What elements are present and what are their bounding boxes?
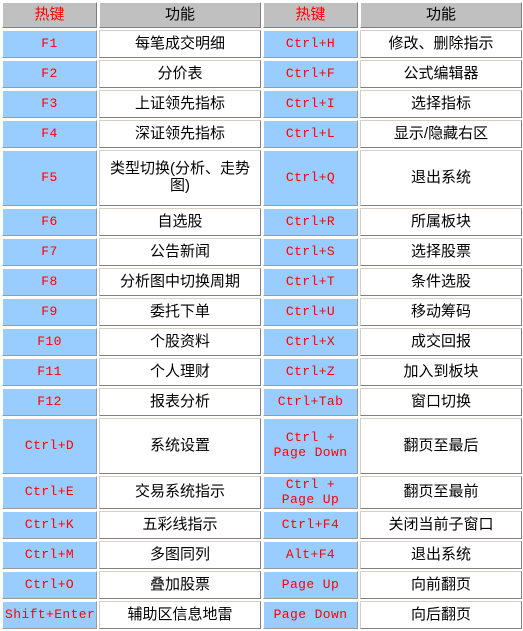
function-cell-left: 报表分析 [99,388,261,416]
hotkey-reference-table: 热键 功能 热键 功能 F1 每笔成交明细 Ctrl+H 修改、删除指示 F2 分价表 Ct… [0,0,523,631]
hotkey-cell-left: F12 [2,388,97,416]
function-cell-left: 类型切换(分析、走势图) [99,150,261,206]
function-cell-left: 个股资料 [99,328,261,356]
function-cell-left: 公告新闻 [99,238,261,266]
function-cell-right: 翻页至最后 [360,418,522,474]
table-row: Shift+Enter 辅助区信息地雷 Page Down 向后翻页 [2,601,522,630]
hotkey-cell-left: F6 [2,208,97,236]
hotkey-cell-right: Ctrl+R [263,208,358,236]
table-row: F1 每笔成交明细 Ctrl+H 修改、删除指示 [2,30,522,58]
hotkey-cell-right: Ctrl+Q [263,150,358,206]
function-cell-right: 加入到板块 [360,358,522,386]
table-row: Ctrl+M 多图同列 Alt+F4 退出系统 [2,541,522,570]
function-cell-left: 委托下单 [99,298,261,326]
function-cell-right: 退出系统 [360,150,522,206]
hotkey-cell-right: Ctrl + Page Down [263,418,358,474]
hotkey-cell-left: F8 [2,268,97,296]
function-cell-left: 叠加股票 [99,571,261,600]
table-row: F9 委托下单 Ctrl+U 移动筹码 [2,298,522,326]
hotkey-cell-right: Ctrl+Z [263,358,358,386]
hotkey-cell-right: Page Down [263,601,358,630]
hotkey-cell-right: Ctrl+L [263,120,358,148]
hotkey-cell-right: Ctrl + Page Up [263,476,358,510]
table-row: Ctrl+O 叠加股票 Page Up 向前翻页 [2,571,522,600]
header-hotkey-left: 热键 [2,2,97,28]
function-cell-left: 分析图中切换周期 [99,268,261,296]
hotkey-cell-left: Ctrl+M [2,541,97,570]
table-row: F4 深证领先指标 Ctrl+L 显示/隐藏右区 [2,120,522,148]
hotkey-cell-left: F11 [2,358,97,386]
table-row: F2 分价表 Ctrl+F 公式编辑器 [2,60,522,88]
header-function-right: 功能 [360,2,522,28]
function-cell-left: 交易系统指示 [99,476,261,510]
hotkey-cell-right: Page Up [263,571,358,600]
hotkey-cell-right: Ctrl+T [263,268,358,296]
hotkey-cell-right: Ctrl+F [263,60,358,88]
function-cell-left: 分价表 [99,60,261,88]
header-function-left: 功能 [99,2,261,28]
hotkey-cell-left: F4 [2,120,97,148]
hotkey-cell-left: Ctrl+D [2,418,97,474]
table-row: F8 分析图中切换周期 Ctrl+T 条件选股 [2,268,522,296]
function-cell-left: 系统设置 [99,418,261,474]
function-cell-right: 翻页至最前 [360,476,522,510]
function-cell-left: 多图同列 [99,541,261,570]
function-cell-left: 上证领先指标 [99,90,261,118]
hotkey-cell-left: Ctrl+O [2,571,97,600]
hotkey-cell-left: F2 [2,60,97,88]
function-cell-left: 自选股 [99,208,261,236]
table-row: F6 自选股 Ctrl+R 所属板块 [2,208,522,236]
hotkey-cell-right: Ctrl+X [263,328,358,356]
table-row: Ctrl+K 五彩线指示 Ctrl+F4 关闭当前子窗口 [2,511,522,540]
hotkey-cell-right: Ctrl+U [263,298,358,326]
function-cell-right: 条件选股 [360,268,522,296]
table-row: F10 个股资料 Ctrl+X 成交回报 [2,328,522,356]
table-row: F3 上证领先指标 Ctrl+I 选择指标 [2,90,522,118]
hotkey-cell-left: F7 [2,238,97,266]
hotkey-cell-left: F5 [2,150,97,206]
table-row: F5 类型切换(分析、走势图) Ctrl+Q 退出系统 [2,150,522,206]
hotkey-cell-right: Ctrl+H [263,30,358,58]
hotkey-cell-right: Ctrl+S [263,238,358,266]
hotkey-cell-right: Ctrl+I [263,90,358,118]
header-row: 热键 功能 热键 功能 [2,2,522,28]
function-cell-left: 深证领先指标 [99,120,261,148]
function-cell-right: 选择指标 [360,90,522,118]
hotkey-cell-left: F3 [2,90,97,118]
table-row: F12 报表分析 Ctrl+Tab 窗口切换 [2,388,522,416]
function-cell-right: 移动筹码 [360,298,522,326]
function-cell-left: 每笔成交明细 [99,30,261,58]
function-cell-right: 窗口切换 [360,388,522,416]
table-row: Ctrl+E 交易系统指示 Ctrl + Page Up 翻页至最前 [2,476,522,510]
hotkey-cell-left: Ctrl+K [2,511,97,540]
hotkey-cell-left: Ctrl+E [2,476,97,510]
function-cell-right: 修改、删除指示 [360,30,522,58]
hotkey-cell-left: F1 [2,30,97,58]
hotkey-cell-left: Shift+Enter [2,601,97,630]
table-row: F7 公告新闻 Ctrl+S 选择股票 [2,238,522,266]
function-cell-right: 关闭当前子窗口 [360,511,522,540]
function-cell-right: 公式编辑器 [360,60,522,88]
hotkey-cell-right: Alt+F4 [263,541,358,570]
hotkey-cell-right: Ctrl+F4 [263,511,358,540]
function-cell-left: 辅助区信息地雷 [99,601,261,630]
function-cell-right: 所属板块 [360,208,522,236]
function-cell-left: 个人理财 [99,358,261,386]
hotkey-cell-left: F10 [2,328,97,356]
hotkey-cell-left: F9 [2,298,97,326]
function-cell-right: 成交回报 [360,328,522,356]
hotkey-cell-right: Ctrl+Tab [263,388,358,416]
function-cell-right: 选择股票 [360,238,522,266]
table-row: F11 个人理财 Ctrl+Z 加入到板块 [2,358,522,386]
table-body: F1 每笔成交明细 Ctrl+H 修改、删除指示 F2 分价表 Ctrl+F 公式编辑器 F3 上… [2,30,522,630]
table-row: Ctrl+D 系统设置 Ctrl + Page Down 翻页至最后 [2,418,522,474]
function-cell-right: 显示/隐藏右区 [360,120,522,148]
function-cell-right: 向后翻页 [360,601,522,630]
function-cell-right: 向前翻页 [360,571,522,600]
header-hotkey-right: 热键 [263,2,358,28]
function-cell-left: 五彩线指示 [99,511,261,540]
function-cell-right: 退出系统 [360,541,522,570]
table-header: 热键 功能 热键 功能 [2,2,522,28]
